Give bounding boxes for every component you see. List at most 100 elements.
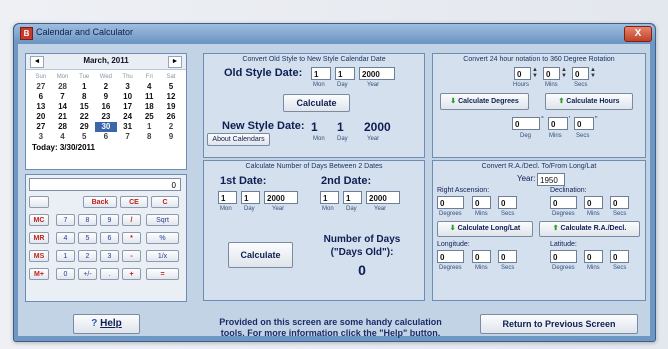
calendar-day[interactable]: 16 — [95, 102, 117, 112]
ra-hours-field[interactable]: 0 — [437, 196, 464, 209]
calc-key-back[interactable]: Back — [83, 196, 117, 208]
secs-spin[interactable]: ▲ ▼ — [590, 67, 596, 80]
help-button[interactable]: ? Help — [73, 314, 140, 334]
calendar-day[interactable]: 17 — [117, 102, 139, 112]
calendar-day[interactable]: 31 — [117, 122, 139, 132]
lat-deg-field[interactable]: 0 — [550, 250, 577, 263]
calc-key-negate[interactable]: +/- — [78, 268, 97, 280]
calc-key-5[interactable]: 5 — [78, 232, 97, 244]
calc-key-subtract[interactable]: - — [122, 250, 141, 262]
calc-key-multiply[interactable]: * — [122, 232, 141, 244]
calc-key-equals[interactable]: = — [146, 268, 179, 280]
calendar-day[interactable]: 19 — [160, 102, 182, 112]
calendar-day[interactable]: 5 — [160, 82, 182, 92]
calculate-hours-button[interactable]: ⬆ Calculate Hours — [545, 93, 633, 110]
long-secs-field[interactable]: 0 — [498, 250, 517, 263]
decl-mins-field[interactable]: 0 — [584, 196, 603, 209]
calc-key-divide[interactable]: / — [122, 214, 141, 226]
calendar-day[interactable]: 15 — [73, 102, 95, 112]
calendar-day[interactable]: 10 — [117, 92, 139, 102]
month-calendar[interactable]: March, 2011 ◄ ► Sun Mon Tue Wed Thu Fri … — [25, 53, 187, 170]
calc-key-8[interactable]: 8 — [78, 214, 97, 226]
degrees-field[interactable]: 0 — [512, 117, 540, 130]
old-style-year-field[interactable]: 2000 — [359, 67, 395, 80]
decl-secs-field[interactable]: 0 — [610, 196, 629, 209]
calc-key-m-plus[interactable]: M+ — [29, 268, 49, 280]
calendar-day[interactable]: 6 — [95, 132, 117, 142]
today-label[interactable]: Today: 3/30/2011 — [30, 142, 182, 154]
old-style-calculate-button[interactable]: Calculate — [283, 94, 350, 112]
calendar-day[interactable]: 11 — [138, 92, 160, 102]
calendar-day[interactable]: 22 — [73, 112, 95, 122]
calculate-degrees-button[interactable]: ⬇ Calculate Degrees — [440, 93, 529, 110]
calendar-day[interactable]: 23 — [95, 112, 117, 122]
calendar-day[interactable]: 28 — [52, 82, 74, 92]
calendar-day[interactable]: 7 — [117, 132, 139, 142]
calendar-day[interactable]: 12 — [160, 92, 182, 102]
calendar-day[interactable]: 9 — [160, 132, 182, 142]
calendar-day[interactable]: 27 — [30, 82, 52, 92]
calc-key-ms[interactable]: MS — [29, 250, 49, 262]
calc-key-decimal[interactable]: . — [100, 268, 119, 280]
calendar-day[interactable]: 4 — [138, 82, 160, 92]
ra-mins-field[interactable]: 0 — [472, 196, 491, 209]
lat-mins-field[interactable]: 0 — [584, 250, 603, 263]
calendar-day[interactable]: 1 — [138, 122, 160, 132]
calculate-longlat-button[interactable]: ⬇ Calculate Long/Lat — [437, 221, 533, 237]
calendar-day[interactable]: 7 — [52, 92, 74, 102]
long-mins-field[interactable]: 0 — [472, 250, 491, 263]
first-date-day-field[interactable]: 1 — [241, 191, 260, 204]
calculate-radec-button[interactable]: ⬆ Calculate R.A./Decl. — [539, 221, 640, 237]
calendar-day[interactable]: 26 — [160, 112, 182, 122]
hours-spin[interactable]: ▲ ▼ — [532, 67, 538, 80]
calc-key-1[interactable]: 1 — [56, 250, 75, 262]
calendar-day[interactable]: 27 — [30, 122, 52, 132]
deg-mins-field[interactable]: 0 — [548, 117, 568, 130]
calendar-day[interactable]: 2 — [160, 122, 182, 132]
calendar-day[interactable]: 13 — [30, 102, 52, 112]
long-deg-field[interactable]: 0 — [437, 250, 464, 263]
return-button[interactable]: Return to Previous Screen — [480, 314, 638, 334]
calendar-day[interactable]: 24 — [117, 112, 139, 122]
calendar-day[interactable]: 1 — [73, 82, 95, 92]
calc-key-3[interactable]: 3 — [100, 250, 119, 262]
calendar-day[interactable]: 2 — [95, 82, 117, 92]
days-between-calculate-button[interactable]: Calculate — [228, 242, 293, 268]
calendar-day[interactable]: 8 — [138, 132, 160, 142]
second-date-year-field[interactable]: 2000 — [366, 191, 400, 204]
calendar-day[interactable]: 9 — [95, 92, 117, 102]
mins-field[interactable]: 0 — [543, 67, 560, 80]
calendar-day-selected[interactable]: 30 — [95, 122, 117, 132]
hours-field[interactable]: 0 — [514, 67, 531, 80]
calc-key-6[interactable]: 6 — [100, 232, 119, 244]
close-button[interactable]: X — [624, 26, 652, 42]
secs-field[interactable]: 0 — [572, 67, 589, 80]
calendar-day[interactable]: 3 — [30, 132, 52, 142]
calendar-day[interactable]: 8 — [73, 92, 95, 102]
calendar-day[interactable]: 5 — [73, 132, 95, 142]
old-style-day-field[interactable]: 1 — [335, 67, 355, 80]
ra-secs-field[interactable]: 0 — [498, 196, 517, 209]
calendar-day[interactable]: 21 — [52, 112, 74, 122]
calc-key-mr[interactable]: MR — [29, 232, 49, 244]
next-month-button[interactable]: ► — [168, 56, 182, 68]
second-date-day-field[interactable]: 1 — [343, 191, 362, 204]
calc-key-9[interactable]: 9 — [100, 214, 119, 226]
calendar-day[interactable]: 28 — [52, 122, 74, 132]
calendar-day[interactable]: 29 — [73, 122, 95, 132]
calc-key-sqrt[interactable]: Sqrt — [146, 214, 179, 226]
calendar-day[interactable]: 25 — [138, 112, 160, 122]
prev-month-button[interactable]: ◄ — [30, 56, 44, 68]
calc-key-add[interactable]: + — [122, 268, 141, 280]
calendar-day[interactable]: 6 — [30, 92, 52, 102]
deg-secs-field[interactable]: 0 — [574, 117, 594, 130]
calc-key-4[interactable]: 4 — [56, 232, 75, 244]
calc-key-0[interactable]: 0 — [56, 268, 75, 280]
calendar-day[interactable]: 3 — [117, 82, 139, 92]
calendar-day[interactable]: 20 — [30, 112, 52, 122]
old-style-month-field[interactable]: 1 — [311, 67, 331, 80]
calendar-day[interactable]: 14 — [52, 102, 74, 112]
mins-spin[interactable]: ▲ ▼ — [561, 67, 567, 80]
first-date-month-field[interactable]: 1 — [218, 191, 237, 204]
calc-key-ce[interactable]: CE — [120, 196, 148, 208]
